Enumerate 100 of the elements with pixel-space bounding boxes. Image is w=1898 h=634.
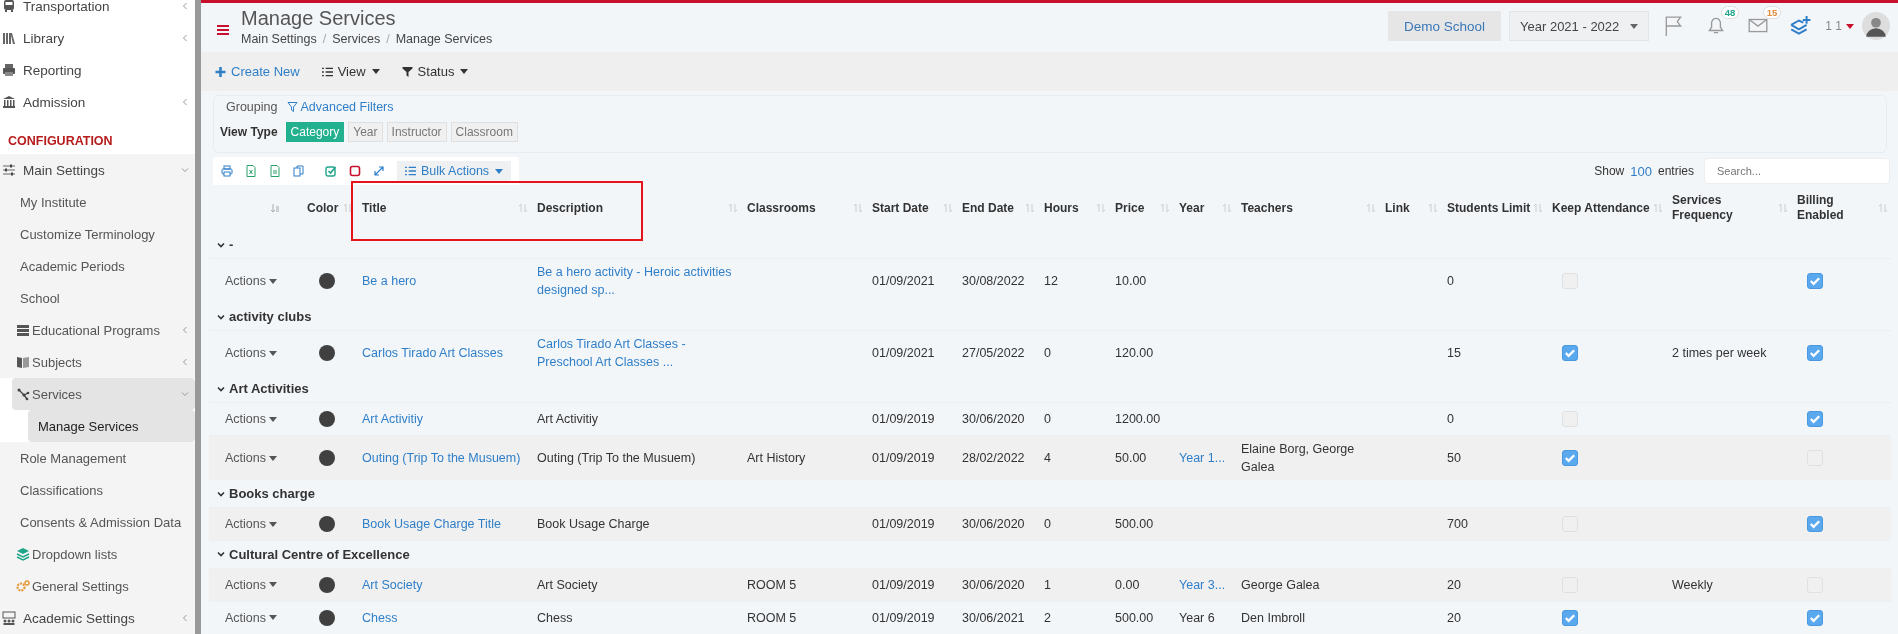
caret-icon[interactable] [1846,23,1854,29]
view-type-button[interactable]: Year [348,122,383,142]
title-link[interactable]: Chess [362,610,398,625]
checkbox[interactable] [1562,450,1578,466]
chevron-icon[interactable] [217,550,225,558]
column-header[interactable]: Hours [1044,200,1079,216]
checkbox[interactable] [1807,609,1823,626]
title-link[interactable]: Art Activitiy [362,412,424,426]
table-cell: 30/06/2020 [962,412,1025,426]
year-select[interactable]: Year 2021 - 2022 [1509,11,1650,42]
column-header[interactable]: Year [1179,200,1205,216]
sidebar-item[interactable]: Reporting [0,54,195,86]
checkbox[interactable] [1807,345,1823,361]
caret-icon [269,521,277,527]
checkbox[interactable] [1807,411,1823,427]
check-square-icon[interactable] [325,165,337,177]
printer-icon[interactable] [221,165,233,177]
avatar[interactable] [1862,12,1890,41]
view-type-button[interactable]: Instructor [386,122,447,142]
sidebar-item[interactable]: Educational Programs [0,314,195,346]
checkbox[interactable] [1807,516,1823,533]
view-type-button[interactable]: Classroom [450,122,518,142]
sort-icon[interactable] [271,204,279,212]
sidebar-item[interactable]: Customize Terminology [0,218,195,250]
sidebar-item[interactable]: Library [0,22,195,54]
people-icon [2,611,16,625]
chevron-icon[interactable] [217,489,225,498]
table-cell: 20 [1447,577,1461,592]
bulk-actions-button[interactable]: Bulk Actions [397,161,512,181]
sidebar-item[interactable]: Dropdown lists [0,538,195,570]
column-header[interactable]: Start Date [872,200,929,216]
expand-icon[interactable] [373,165,385,177]
filter-icon [401,66,413,77]
column-header[interactable]: Teachers [1241,200,1293,216]
sidebar-item[interactable]: My Institute [0,186,195,218]
actions-button[interactable]: Actions [215,272,277,290]
advanced-filters-link[interactable]: Advanced Filters [287,100,394,114]
sidebar-item[interactable]: Main Settings [0,154,195,186]
sidebar-item[interactable]: Academic Periods [0,250,195,282]
sidebar-item[interactable]: Role Management [0,442,195,474]
sidebar-item[interactable]: Classifications [0,474,195,506]
scrollbar[interactable] [195,0,201,634]
column-header[interactable]: Title [362,200,387,216]
sidebar-item[interactable]: Transportation [0,0,195,22]
sidebar-item[interactable]: Manage Services [28,410,195,442]
caret-icon [371,69,380,75]
sidebar-item[interactable]: Academic Settings [0,602,195,634]
description-link[interactable]: Be a hero activity - Heroic activities designed sp... [537,263,735,299]
sidebar-item[interactable]: General Settings [0,570,195,602]
copy-icon[interactable] [293,165,305,177]
title-link[interactable]: Be a hero [362,274,417,288]
column-header[interactable]: Description [537,200,603,216]
title-link[interactable]: Carlos Tirado Art Classes [362,346,504,360]
view-button[interactable]: View [321,64,380,80]
sidebar-item[interactable]: School [0,282,195,314]
actions-button[interactable]: Actions [215,410,277,428]
status-button[interactable]: Status [401,64,469,80]
column-header[interactable]: Billing Enabled [1797,193,1879,223]
description-link[interactable]: Carlos Tirado Art Classes - Preschool Art Classes ... [537,335,735,371]
checkbox[interactable] [1807,273,1823,289]
chevron-icon[interactable] [217,384,225,393]
table-cell: Outing (Trip To the Musuem) [537,451,696,465]
search-field[interactable]: Search... [1704,158,1890,184]
sidebar-item[interactable]: Subjects [0,346,195,378]
sidebar-item[interactable]: Services [12,378,195,410]
chevron-icon[interactable] [217,312,225,321]
column-header[interactable]: Classrooms [747,200,816,216]
sidebar-label: Main Settings [23,162,106,178]
chevron-icon[interactable] [217,240,225,249]
actions-button[interactable]: Actions [215,608,277,627]
column-header[interactable]: Students Limit [1447,200,1531,216]
column-header[interactable]: Price [1115,200,1145,216]
breadcrumb-item[interactable]: Services [332,32,381,47]
caret-icon [269,582,277,587]
create-button[interactable]: Create New [215,64,300,80]
menu-icon[interactable] [217,25,229,36]
table-cell: 01/09/2021 [872,346,935,360]
caret-icon [1630,23,1639,29]
column-header[interactable]: Services Frequency [1672,193,1779,223]
sidebar-item[interactable]: Consents & Admission Data [0,506,195,538]
column-header[interactable]: Keep Attendance [1552,200,1650,216]
page-size-select[interactable]: 100 [1630,163,1652,179]
sidebar-label: General Settings [32,578,130,594]
caret-icon [269,455,277,461]
checkbox[interactable] [1562,609,1578,626]
checkbox[interactable] [1562,345,1578,361]
column-header[interactable]: End Date [962,200,1014,216]
document-icon[interactable] [269,165,281,177]
table-cell: 12 [1044,274,1058,288]
actions-button[interactable]: Actions [215,344,277,362]
sort-icon[interactable] [344,204,352,212]
breadcrumb-item[interactable]: Main Settings [241,32,317,47]
sidebar-item[interactable]: Admission [0,86,195,118]
layers-plus-icon[interactable] [1789,15,1812,38]
title-link[interactable]: Art Society [362,577,423,592]
column-header[interactable]: Color [307,200,339,216]
spreadsheet-icon[interactable] [245,165,257,177]
column-header[interactable]: Link [1385,200,1410,216]
school-button[interactable]: Demo School [1388,11,1502,42]
square-icon[interactable] [349,165,361,177]
